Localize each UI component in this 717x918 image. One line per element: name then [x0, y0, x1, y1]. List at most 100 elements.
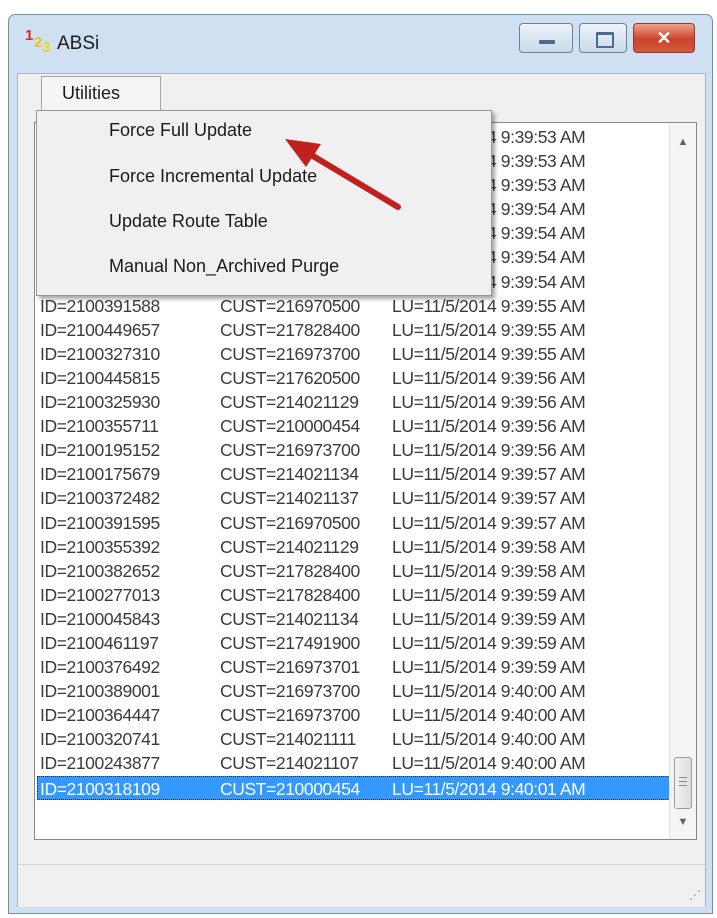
app-icon-digit-3: 3 — [42, 39, 51, 56]
log-row[interactable]: ID=2100175679 CUST=214021134 LU=11/5/2014 … — [40, 462, 670, 486]
log-row[interactable]: ID=2100320741 CUST=214021111 LU=11/5/2014 … — [40, 727, 670, 751]
log-cust-cell: CUST=214021111 — [220, 729, 356, 750]
log-row[interactable]: ID=2100355392 CUST=214021129 LU=11/5/2014 … — [40, 535, 670, 559]
log-id-cell: ID=2100325930 — [40, 392, 160, 413]
log-lu-cell: LU=11/5/2014 9:39:55 AM — [392, 295, 586, 316]
log-cust-cell: CUST=217828400 — [220, 584, 360, 605]
log-cust-cell: CUST=216970500 — [220, 512, 360, 533]
log-cust-cell: CUST=214021129 — [220, 392, 359, 413]
log-id-cell: ID=2100045843 — [40, 608, 160, 629]
size-grip-icon[interactable]: ⋰ — [683, 887, 701, 903]
log-cust-cell: CUST=214021107 — [220, 753, 359, 774]
menu-item-update-route-table[interactable]: Update Route Table — [109, 211, 268, 232]
log-cust-cell: CUST=216973700 — [220, 705, 360, 726]
log-row[interactable]: ID=2100327310 CUST=216973700 LU=11/5/2014 … — [40, 342, 670, 366]
log-lu-cell: LU=11/5/2014 9:39:59 AM — [392, 632, 586, 653]
close-button[interactable]: ✕ — [633, 23, 695, 53]
menu-item-force-incremental-update[interactable]: Force Incremental Update — [109, 166, 317, 187]
log-cust-cell: CUST=217828400 — [220, 560, 360, 581]
log-lu-cell: LU=11/5/2014 9:39:56 AM — [392, 440, 586, 461]
log-row[interactable]: ID=2100449657 CUST=217828400 LU=11/5/2014 … — [40, 318, 670, 342]
log-id-cell: ID=2100364447 — [40, 705, 160, 726]
log-cust-cell: CUST=214021134 — [220, 608, 359, 629]
log-lu-cell: LU=11/5/2014 9:39:57 AM — [392, 464, 586, 485]
menu-item-manual-non-archived-purge[interactable]: Manual Non_Archived Purge — [109, 256, 339, 277]
log-lu-cell: LU=11/5/2014 9:39:55 AM — [392, 319, 586, 340]
minimize-button[interactable] — [519, 23, 573, 53]
log-id-cell: ID=2100382652 — [40, 560, 160, 581]
log-id-cell: ID=2100391595 — [40, 512, 160, 533]
close-icon: ✕ — [656, 28, 672, 48]
log-lu-cell: LU=11/5/2014 9:39:56 AM — [392, 392, 586, 413]
log-cust-cell: CUST=216973701 — [220, 657, 360, 678]
title-bar[interactable]: 1 2 3 ABSi ✕ — [9, 15, 712, 79]
log-cust-cell: CUST=214021137 — [220, 488, 359, 509]
log-lu-cell: LU=11/5/2014 9:40:00 AM — [392, 729, 586, 750]
log-lu-cell: LU=11/5/2014 9:39:58 AM — [392, 536, 586, 557]
log-row[interactable]: ID=2100355711 CUST=210000454 LU=11/5/2014 … — [40, 414, 670, 438]
log-cust-cell: CUST=217620500 — [220, 367, 360, 388]
log-row[interactable]: ID=2100277013 CUST=217828400 LU=11/5/2014 … — [40, 583, 670, 607]
log-row-selected[interactable]: ID=2100318109 CUST=210000454 LU=11/5/2014 … — [37, 775, 670, 800]
log-id-cell: ID=2100243877 — [40, 753, 160, 774]
log-row[interactable]: ID=2100195152 CUST=216973700 LU=11/5/2014 … — [40, 438, 670, 462]
log-lu-cell: LU=11/5/2014 9:39:56 AM — [392, 416, 586, 437]
log-row[interactable]: ID=2100391588 CUST=216970500 LU=11/5/2014 … — [40, 294, 670, 318]
log-id-cell: ID=2100318109 — [40, 778, 160, 799]
minimize-icon — [539, 40, 555, 44]
log-cust-cell: CUST=217491900 — [220, 632, 360, 653]
utilities-dropdown-menu: Force Full Update Force Incremental Upda… — [36, 110, 492, 296]
log-lu-cell: LU=11/5/2014 9:39:57 AM — [392, 488, 586, 509]
log-row[interactable]: ID=2100045843 CUST=214021134 LU=11/5/2014 … — [40, 607, 670, 631]
app-icon: 1 2 3 — [25, 27, 51, 56]
log-lu-cell: LU=11/5/2014 9:39:56 AM — [392, 367, 586, 388]
log-lu-cell: LU=11/5/2014 9:40:00 AM — [392, 681, 586, 702]
log-row[interactable]: ID=2100364447 CUST=216973700 LU=11/5/2014 … — [40, 703, 670, 727]
scroll-up-icon[interactable]: ▲ — [670, 129, 696, 155]
log-lu-cell: LU=11/5/2014 9:39:59 AM — [392, 657, 586, 678]
log-cust-cell: CUST=216973700 — [220, 681, 360, 702]
log-row[interactable]: ID=2100372482 CUST=214021137 LU=11/5/2014 … — [40, 486, 670, 510]
log-row[interactable]: ID=2100243877 CUST=214021107 LU=11/5/2014 … — [40, 751, 670, 775]
log-row[interactable]: ID=2100461197 CUST=217491900 LU=11/5/2014 … — [40, 631, 670, 655]
log-lu-cell: LU=11/5/2014 9:39:59 AM — [392, 608, 586, 629]
log-id-cell: ID=2100449657 — [40, 319, 160, 340]
log-id-cell: ID=2100376492 — [40, 657, 160, 678]
menu-item-force-full-update[interactable]: Force Full Update — [109, 120, 252, 141]
log-id-cell: ID=2100355392 — [40, 536, 160, 557]
thumb-grip-icon — [679, 777, 687, 789]
log-lu-cell: LU=11/5/2014 9:40:00 AM — [392, 705, 586, 726]
log-row[interactable]: ID=2100325930 CUST=214021129 LU=11/5/2014 … — [40, 390, 670, 414]
log-cust-cell: CUST=216973700 — [220, 440, 360, 461]
log-lu-cell: LU=11/5/2014 9:39:57 AM — [392, 512, 586, 533]
maximize-icon — [596, 32, 614, 48]
log-id-cell: ID=2100389001 — [40, 681, 160, 702]
vertical-scrollbar[interactable]: ▲ ▼ — [669, 123, 696, 839]
log-cust-cell: CUST=210000454 — [220, 778, 360, 799]
log-row[interactable]: ID=2100376492 CUST=216973701 LU=11/5/2014 … — [40, 655, 670, 679]
window-title: ABSi — [57, 33, 100, 54]
log-cust-cell: CUST=214021134 — [220, 464, 359, 485]
log-row[interactable]: ID=2100391595 CUST=216970500 LU=11/5/2014 … — [40, 511, 670, 535]
log-id-cell: ID=2100372482 — [40, 488, 160, 509]
scroll-down-icon[interactable]: ▼ — [670, 809, 696, 835]
app-icon-digit-1: 1 — [25, 27, 34, 44]
log-cust-cell: CUST=216973700 — [220, 343, 360, 364]
log-lu-cell: LU=11/5/2014 9:40:00 AM — [392, 753, 586, 774]
log-id-cell: ID=2100445815 — [40, 367, 160, 388]
log-row[interactable]: ID=2100382652 CUST=217828400 LU=11/5/2014 … — [40, 559, 670, 583]
scroll-thumb[interactable] — [674, 757, 692, 809]
log-row[interactable]: ID=2100445815 CUST=217620500 LU=11/5/2014 … — [40, 366, 670, 390]
log-cust-cell: CUST=216970500 — [220, 295, 360, 316]
log-cust-cell: CUST=217828400 — [220, 319, 360, 340]
log-lu-cell: LU=11/5/2014 9:39:55 AM — [392, 343, 586, 364]
log-id-cell: ID=2100195152 — [40, 440, 160, 461]
log-id-cell: ID=2100327310 — [40, 343, 160, 364]
maximize-button[interactable] — [579, 23, 627, 53]
log-id-cell: ID=2100391588 — [40, 295, 160, 316]
log-lu-cell: LU=11/5/2014 9:39:58 AM — [392, 560, 586, 581]
log-row[interactable]: ID=2100389001 CUST=216973700 LU=11/5/2014 … — [40, 679, 670, 703]
log-cust-cell: CUST=210000454 — [220, 416, 360, 437]
log-id-cell: ID=2100277013 — [40, 584, 160, 605]
status-bar: ⋰ — [18, 864, 705, 907]
